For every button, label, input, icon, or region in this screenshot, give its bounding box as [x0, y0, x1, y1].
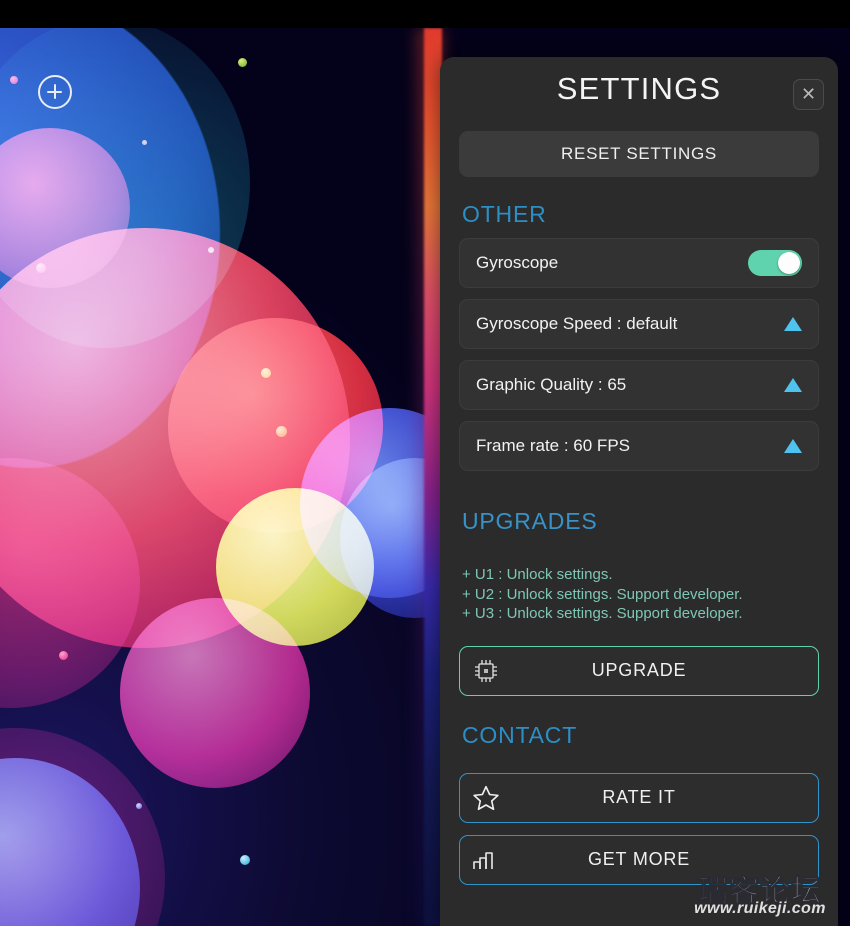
star-icon: [460, 783, 512, 813]
list-item: + U2 : Unlock settings. Support develope…: [462, 585, 743, 603]
row-label-gyroscope-speed: Gyroscope Speed : default: [476, 314, 678, 333]
speck-amber-two: [276, 426, 287, 437]
speck-red-top: [10, 76, 18, 84]
chevron-up-icon[interactable]: [784, 317, 802, 331]
settings-scroll-area[interactable]: SETTINGS ✕ RESET SETTINGS OTHER Gyroscop…: [440, 57, 838, 926]
speck-red-lower: [59, 651, 68, 660]
upgrade-button[interactable]: UPGRADE: [459, 645, 819, 696]
row-label-graphic-quality: Graphic Quality : 65: [476, 375, 627, 394]
panel-header: SETTINGS ✕: [440, 57, 838, 131]
speck-blue-small: [136, 803, 142, 809]
page-title: SETTINGS: [556, 71, 722, 106]
plus-circle-icon[interactable]: [38, 75, 72, 109]
row-frame-rate[interactable]: Frame rate : 60 FPS: [459, 421, 819, 471]
get-more-button[interactable]: GET MORE: [459, 834, 819, 885]
chevron-up-icon[interactable]: [784, 378, 802, 392]
top-black-bar: [0, 0, 850, 28]
close-icon[interactable]: ✕: [793, 79, 824, 110]
section-heading-contact: CONTACT: [462, 721, 578, 748]
row-label-gyroscope: Gyroscope: [476, 253, 559, 272]
row-gyroscope-speed[interactable]: Gyroscope Speed : default: [459, 299, 819, 349]
speck-pink: [36, 263, 46, 273]
chip-icon: [460, 656, 512, 686]
upgrade-list: + U1 : Unlock settings. + U2 : Unlock se…: [440, 561, 838, 630]
reset-settings-button[interactable]: RESET SETTINGS: [459, 131, 819, 177]
app-stage: SETTINGS ✕ RESET SETTINGS OTHER Gyroscop…: [0, 0, 850, 926]
upgrade-button-label: UPGRADE: [591, 660, 687, 680]
bubble-magenta: [120, 598, 310, 788]
section-heading-other: OTHER: [462, 201, 547, 227]
rate-it-button[interactable]: RATE IT: [459, 772, 819, 823]
speck-white-two: [208, 247, 214, 253]
section-heading-upgrades: UPGRADES: [462, 508, 598, 534]
gyroscope-toggle[interactable]: [748, 250, 802, 276]
row-gyroscope[interactable]: Gyroscope: [459, 238, 819, 288]
speck-amber-one: [261, 368, 271, 378]
speck-cyan: [240, 855, 250, 865]
list-item: + U3 : Unlock settings. Support develope…: [462, 605, 743, 622]
settings-panel: SETTINGS ✕ RESET SETTINGS OTHER Gyroscop…: [440, 57, 838, 926]
list-item: + U1 : Unlock settings.: [462, 566, 613, 583]
row-graphic-quality[interactable]: Graphic Quality : 65: [459, 360, 819, 410]
toggle-knob: [778, 252, 800, 274]
chevron-up-icon[interactable]: [784, 439, 802, 453]
bar-chart-icon: [460, 847, 512, 873]
rate-it-button-label: RATE IT: [602, 787, 676, 807]
row-label-frame-rate: Frame rate : 60 FPS: [476, 436, 630, 455]
speck-green: [238, 58, 247, 67]
speck-white-one: [142, 140, 147, 145]
get-more-button-label: GET MORE: [587, 849, 691, 869]
